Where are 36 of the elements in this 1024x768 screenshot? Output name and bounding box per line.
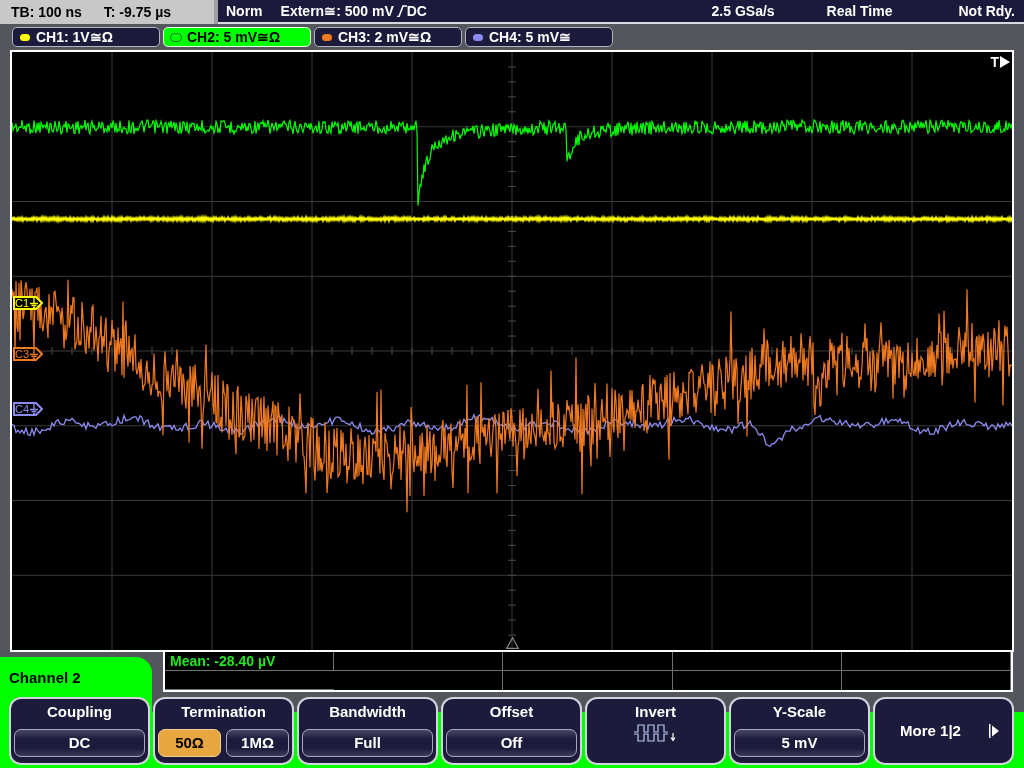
value-button[interactable]: 5 mV	[734, 729, 865, 757]
softkey-title: Offset	[489, 703, 534, 721]
marker-label: C1	[15, 297, 30, 309]
rising-edge-icon	[396, 5, 407, 17]
trigger-source-label: Extern≅: 500 mV	[280, 1, 394, 21]
channel-tab[interactable]: CH3: 2 mV≅Ω	[314, 27, 462, 47]
softkey-title: Bandwidth	[329, 703, 406, 721]
trigger-coupling-label: DC	[406, 1, 427, 21]
measurement-reading: Mean: -28.40 µV	[170, 653, 276, 669]
sample-rate-label: 2.5 GSa/s	[711, 1, 775, 21]
softkey-title: Coupling	[47, 703, 112, 721]
acquisition-mode-label: Real Time	[826, 1, 893, 21]
value-button[interactable]: Full	[302, 729, 433, 757]
next-page-arrow-icon	[988, 724, 999, 738]
softkey-title: Y-Scale	[772, 703, 827, 721]
more-button[interactable]: More 1|2	[873, 697, 1014, 765]
invert-button[interactable]: Invert	[585, 697, 726, 765]
value-button[interactable]: DC	[14, 729, 145, 757]
softkey-title: Termination	[181, 703, 266, 721]
trigger-time-label: T: -9.75 µs	[103, 2, 172, 22]
marker-label: C4	[15, 403, 30, 415]
channel-tab[interactable]: CH2: 5 mV≅Ω	[163, 27, 311, 47]
menu-header: Channel 2	[0, 657, 152, 692]
right-triangle-icon	[1000, 56, 1010, 68]
trigger-mode-label: Norm	[226, 1, 263, 21]
inverted-square-wave-icon	[633, 724, 678, 742]
timebase-label: TB: 100 ns	[11, 2, 82, 22]
value-button[interactable]: Off	[446, 729, 577, 757]
channel-tab[interactable]: CH1: 1V≅Ω	[12, 27, 160, 47]
trigger-label: T	[990, 55, 999, 69]
acquisition-state-label: Not Rdy.	[958, 1, 1015, 21]
trigger-position-icon	[506, 637, 519, 649]
marker-label: C3	[15, 348, 30, 360]
option-button[interactable]: 1MΩ	[226, 729, 289, 757]
option-button[interactable]: 50Ω	[158, 729, 221, 757]
channel-tab[interactable]: CH4: 5 mV≅	[465, 27, 613, 47]
